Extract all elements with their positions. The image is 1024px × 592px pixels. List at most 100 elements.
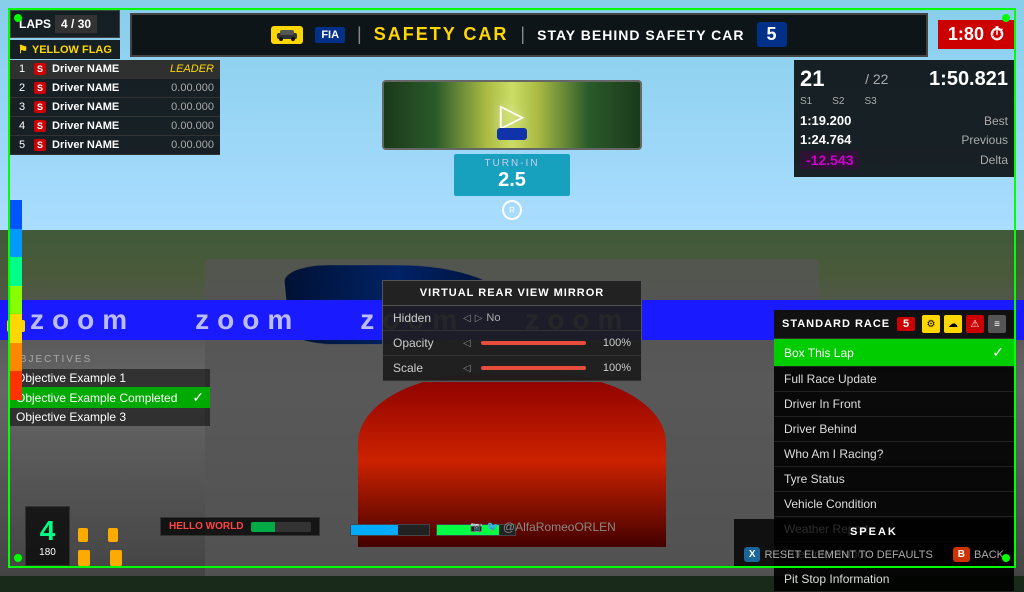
objective-text-3: Objective Example 3	[16, 410, 126, 424]
position-total: / 22	[865, 71, 888, 87]
vrvm-opacity-control[interactable]: ◁ 100%	[463, 337, 631, 349]
lap-time-main: 1:50.821	[929, 68, 1008, 91]
stats-panel: 21 / 22 1:50.821 S1 S2 S3 1:19.200 Best …	[794, 60, 1014, 177]
tyre-rl	[78, 550, 90, 566]
flag-text: YELLOW FLAG	[32, 44, 112, 56]
check-mark: ✓	[192, 389, 204, 406]
tyre-front	[78, 528, 122, 542]
mfd-item-label-6: Tyre Status	[784, 472, 845, 486]
previous-label: Previous	[961, 133, 1008, 147]
mfd-icon-gear[interactable]: ⚙	[922, 315, 940, 333]
best-label: Best	[984, 114, 1008, 128]
lb-drs-1: S	[34, 63, 46, 75]
sc-label: SAFETY CAR	[374, 24, 509, 45]
mfd-item-label-10: Pit Stop Information	[784, 572, 889, 586]
vrvm-opacity-left[interactable]: ◁	[463, 338, 471, 349]
vrvm-hidden-control[interactable]: ◁ ▷ No	[463, 312, 500, 324]
vrvm-scale-control[interactable]: ◁ 100%	[463, 362, 631, 374]
speak-bar: SPEAK	[734, 519, 1014, 543]
mfd-item-vehicle-condition[interactable]: Vehicle Condition	[774, 492, 1014, 517]
vrvm-left-arrow[interactable]: ◁	[463, 313, 471, 324]
vrvm-scale-left[interactable]: ◁	[463, 363, 471, 374]
sector-s2: S2	[832, 96, 844, 107]
reset-key[interactable]: X	[744, 547, 761, 562]
mfd-item-driver-in-front[interactable]: Driver In Front	[774, 392, 1014, 417]
objective-item-3: Objective Example 3	[10, 408, 210, 426]
vrvm-panel: VIRTUAL REAR VIEW MIRROR Hidden ◁ ▷ No O…	[382, 280, 642, 382]
turnin-dot-label: R	[509, 206, 515, 215]
vrvm-hidden-value: No	[486, 312, 500, 324]
mfd-icon-menu[interactable]: ≡	[988, 315, 1006, 333]
turnin-dot: R	[502, 200, 522, 220]
mfd-item-driver-behind[interactable]: Driver Behind	[774, 417, 1014, 442]
top-bar: LAPS 4 / 30 ⚑ YELLOW FLAG FIA | SAFETY C…	[10, 10, 1014, 59]
gear-indicator: 4 180	[25, 506, 70, 566]
turnin-value: 2.5	[484, 169, 539, 192]
bottom-panel: SPEAK X RESET ELEMENT TO DEFAULTS B BACK	[734, 519, 1014, 566]
leaderboard-row: 1 S Driver NAME LEADER	[10, 60, 220, 79]
vrvm-scale-slider[interactable]	[481, 366, 586, 370]
timer-icon: ⏱	[990, 24, 1004, 45]
mfd-item-label-7: Vehicle Condition	[784, 497, 877, 511]
objective-text-1: Objective Example 1	[16, 371, 126, 385]
mfd-icon-warning[interactable]: ⚠	[966, 315, 984, 333]
objective-text-2: Objective Example Completed	[16, 391, 177, 405]
objective-item-2-completed: Objective Example Completed ✓	[10, 387, 210, 408]
reset-control[interactable]: X RESET ELEMENT TO DEFAULTS	[744, 547, 933, 562]
position-display: 21 / 22 1:50.821	[800, 66, 1008, 92]
zoom-text-2: zoom	[165, 304, 330, 336]
vrvm-opacity-row: Opacity ◁ 100%	[383, 331, 641, 356]
lb-status-1: LEADER	[170, 63, 214, 75]
vrvm-opacity-label: Opacity	[393, 336, 463, 350]
vrvm-scale-row: Scale ◁ 100%	[383, 356, 641, 381]
safety-car-icon	[271, 26, 303, 44]
fuel-fill	[351, 525, 398, 535]
tyre-fl	[78, 528, 88, 542]
sc-message-divider: |	[520, 24, 525, 45]
tyre-rear	[78, 550, 122, 566]
lb-name-3: Driver NAME	[52, 101, 165, 113]
objectives-panel: OBJECTIVES Objective Example 1 Objective…	[10, 354, 210, 426]
best-time: 1:19.200	[800, 113, 851, 128]
mfd-item-label-5: Who Am I Racing?	[784, 447, 883, 461]
mfd-item-who-am-i[interactable]: Who Am I Racing?	[774, 442, 1014, 467]
lb-time-3: 0.00.000	[171, 101, 214, 113]
mfd-item-box-this-lap[interactable]: Box This Lap ✓	[774, 339, 1014, 367]
delta-row: -12.543 Delta	[800, 149, 1008, 171]
vrvm-title: VIRTUAL REAR VIEW MIRROR	[383, 281, 641, 306]
speak-label: SPEAK	[850, 526, 898, 538]
sc-number: 5	[757, 22, 787, 47]
laps-box: LAPS 4 / 30	[10, 10, 120, 38]
timer-value: 1:80	[948, 24, 984, 45]
fia-badge: FIA	[315, 27, 345, 43]
leaderboard: 1 S Driver NAME LEADER 2 S Driver NAME 0…	[10, 60, 220, 155]
leaderboard-row: 5 S Driver NAME 0.00.000	[10, 136, 220, 155]
delta-label: Delta	[980, 153, 1008, 167]
lb-pos-2: 2	[16, 82, 28, 94]
sc-divider: |	[357, 24, 362, 45]
lb-pos-1: 1	[16, 63, 28, 75]
mfd-item-full-race-update[interactable]: Full Race Update	[774, 367, 1014, 392]
mfd-item-tyre-status[interactable]: Tyre Status	[774, 467, 1014, 492]
lb-time-5: 0.00.000	[171, 139, 214, 151]
sector-labels: S1 S2 S3	[800, 96, 1008, 107]
mfd-number: 5	[897, 317, 915, 331]
vrvm-right-arrow[interactable]: ▷	[475, 313, 483, 324]
mfd-header: STANDARD RACE 5 ⚙ ☁ ⚠ ≡	[774, 310, 1014, 339]
safety-car-banner: FIA | SAFETY CAR | STAY BEHIND SAFETY CA…	[130, 13, 928, 57]
color-seg-blue	[10, 200, 22, 229]
back-control[interactable]: B BACK	[953, 547, 1004, 562]
color-marker	[7, 320, 25, 332]
color-seg-yellow-green	[10, 286, 22, 315]
timer-box: 1:80 ⏱	[938, 20, 1014, 49]
back-key[interactable]: B	[953, 547, 970, 562]
mfd-item-pit-stop[interactable]: Pit Stop Information	[774, 567, 1014, 592]
lb-name-2: Driver NAME	[52, 82, 165, 94]
bottom-controls: X RESET ELEMENT TO DEFAULTS B BACK	[734, 543, 1014, 566]
mfd-icon-cloud[interactable]: ☁	[944, 315, 962, 333]
vrvm-opacity-slider[interactable]	[481, 341, 586, 345]
laps-label: LAPS	[19, 17, 51, 31]
rearview-mirror: ▷	[382, 80, 642, 150]
social-handle: @AlfaRomeoORLEN	[503, 520, 616, 534]
laps-value: 4 / 30	[55, 15, 97, 33]
